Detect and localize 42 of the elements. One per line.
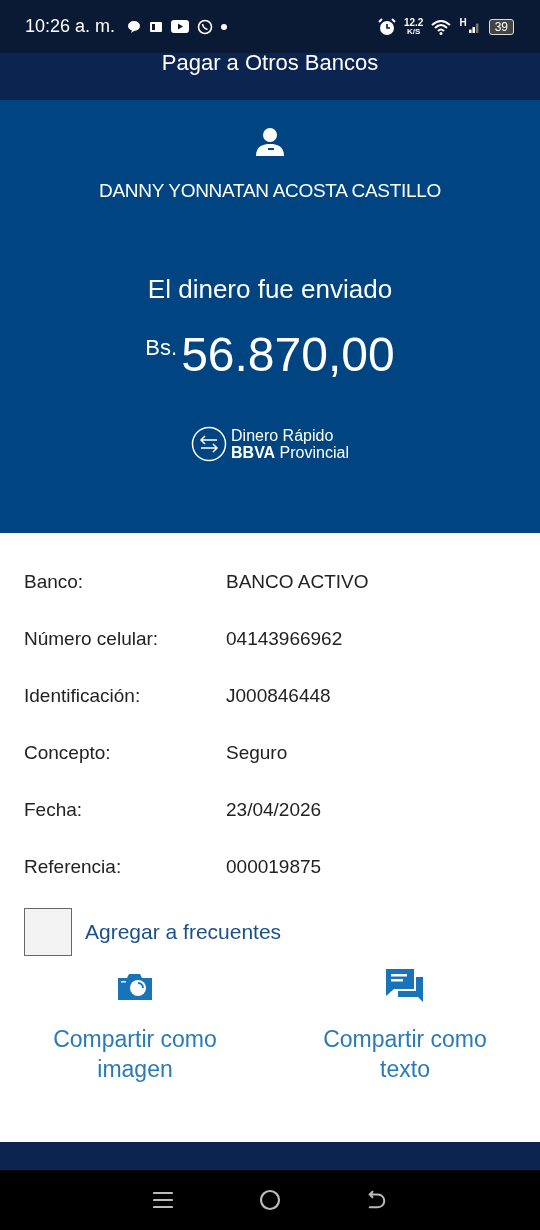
chat-bubbles-icon: [386, 969, 424, 1003]
share-button[interactable]: Compartir como texto: [305, 1024, 505, 1084]
play-icon: [171, 20, 190, 33]
brand-name: Dinero Rápido: [231, 427, 335, 444]
alarm-clock-icon: [377, 17, 396, 36]
network-speed: 12.2: [403, 17, 424, 27]
chat-bubble-icon: [127, 19, 142, 34]
field-value: J000846448: [226, 684, 331, 707]
currency-symbol: Bs.: [145, 335, 178, 361]
amount: 56.870,00: [181, 327, 395, 382]
field-value: 000019875: [226, 855, 322, 878]
camera-icon: [118, 972, 152, 1000]
clock-time: 10:26 a. m.: [25, 16, 116, 37]
checkbox-label[interactable]: Agregar a frecuentes: [85, 920, 282, 944]
transfer-arrows-icon: [191, 426, 227, 462]
app-notification-icon: [149, 19, 164, 34]
field-value: 23/04/2026: [226, 798, 322, 821]
field-label: Número celular:: [24, 627, 160, 650]
field-label: Fecha:: [24, 798, 84, 821]
status-message: El dinero fue enviado: [147, 274, 393, 305]
dot-icon: [221, 23, 228, 30]
home-icon[interactable]: [259, 1189, 281, 1211]
wifi-icon: [431, 18, 452, 35]
network-type: H: [459, 17, 467, 28]
battery-indicator: 39: [488, 18, 514, 35]
checkbox[interactable]: [24, 908, 72, 956]
field-label: Referencia:: [24, 855, 123, 878]
back-icon[interactable]: [367, 1189, 387, 1211]
field-value: BANCO ACTIVO: [226, 570, 369, 593]
recent-apps-icon[interactable]: [153, 1190, 173, 1210]
field-label: Identificación:: [24, 684, 142, 707]
brand-name: BBVA Provincial: [231, 444, 349, 461]
field-label: Banco:: [24, 570, 85, 593]
phone-chat-icon: [197, 18, 214, 35]
field-value: Seguro: [226, 741, 288, 764]
field-label: Concepto:: [24, 741, 112, 764]
speed-unit: K/S: [407, 26, 421, 36]
screen-title: Pagar a Otros Bancos: [161, 50, 379, 76]
field-value: 04143966962: [226, 627, 343, 650]
recipient-name: DANNY YONNATAN ACOSTA CASTILLO: [99, 180, 441, 202]
person-icon: [255, 127, 285, 157]
share-button[interactable]: Compartir como imagen: [35, 1024, 235, 1084]
